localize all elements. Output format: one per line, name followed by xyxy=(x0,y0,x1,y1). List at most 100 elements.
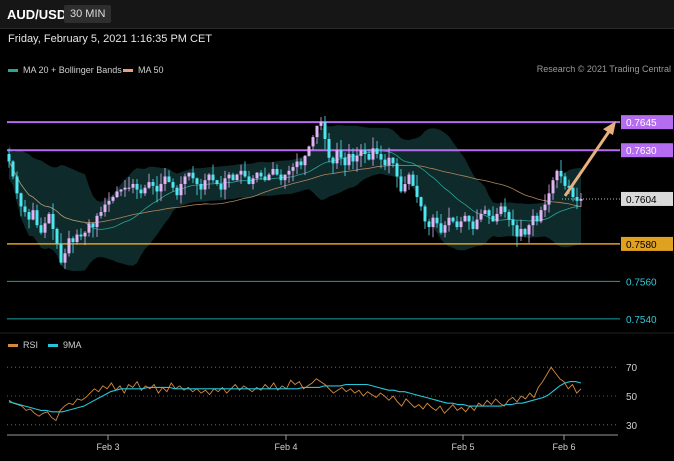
price-chart[interactable]: 0.7645 0.7630 0.7604 0.7580 0.7560 0.7540 70 5… xyxy=(0,0,674,461)
candle-body xyxy=(367,153,371,160)
candle-body xyxy=(131,183,135,188)
forecast-arrow-shaft xyxy=(563,126,614,197)
candle-body xyxy=(495,213,499,222)
time-tick-Feb-6: Feb 6 xyxy=(552,442,575,452)
candle-body xyxy=(575,197,579,201)
candle-body xyxy=(335,150,339,164)
candle-body xyxy=(51,213,55,229)
candle-body xyxy=(55,228,59,244)
bollinger-band xyxy=(9,125,581,272)
candle-body xyxy=(195,178,199,184)
candle-body xyxy=(67,238,71,254)
rsi-series-RSI xyxy=(8,366,582,422)
candle-body xyxy=(471,221,475,229)
candle-body xyxy=(371,148,375,160)
candle xyxy=(431,214,435,238)
candle-body xyxy=(259,172,263,177)
level-label-0.7630: 0.7630 xyxy=(626,146,657,157)
candle-body xyxy=(395,163,399,177)
candle-body xyxy=(151,182,155,186)
candle-body xyxy=(247,176,251,184)
candle-body xyxy=(175,187,179,196)
candle-body xyxy=(255,172,259,179)
candle-body xyxy=(571,187,575,198)
candle-body xyxy=(419,197,423,207)
candle-body xyxy=(507,212,511,220)
candle-body xyxy=(31,210,35,220)
candle-body xyxy=(111,197,115,201)
candle-body xyxy=(555,170,559,181)
candle-body xyxy=(71,238,75,243)
candle-body xyxy=(155,185,159,192)
candle-body xyxy=(391,157,395,164)
candle-body xyxy=(487,210,491,216)
forecast-arrow-head xyxy=(603,121,616,136)
candle-body xyxy=(127,187,131,189)
candle-body xyxy=(355,155,359,162)
candle-body xyxy=(287,170,291,175)
candle xyxy=(407,172,411,190)
candle-body xyxy=(315,125,319,138)
level-label-0.7580: 0.7580 xyxy=(626,240,657,251)
candle-body xyxy=(551,180,555,194)
candle-body xyxy=(323,122,327,139)
candle-body xyxy=(563,176,567,186)
candle-body xyxy=(179,183,183,196)
time-axis: Feb 3 Feb 4 Feb 5 Feb 6 xyxy=(7,434,618,452)
candle xyxy=(307,145,311,157)
candle-body xyxy=(463,215,467,222)
candle-body xyxy=(531,215,535,226)
candle-body xyxy=(243,170,247,177)
candle xyxy=(235,173,239,181)
candle-body xyxy=(319,122,323,126)
time-tick-Feb-3: Feb 3 xyxy=(96,442,119,452)
candle-body xyxy=(107,200,111,205)
candle-body xyxy=(183,176,187,184)
candle-body xyxy=(79,234,83,237)
candle-body xyxy=(303,155,307,166)
candle-body xyxy=(11,161,15,177)
candle-body xyxy=(435,217,439,224)
candle-body xyxy=(399,176,403,192)
level-label-0.7560: 0.7560 xyxy=(626,277,657,288)
candle-body xyxy=(427,221,431,228)
candle-body xyxy=(379,153,383,160)
candle-body xyxy=(403,183,407,192)
candle-body xyxy=(163,176,167,184)
candle-body xyxy=(527,225,531,235)
candle-body xyxy=(535,215,539,222)
candle-body xyxy=(479,213,483,220)
candle-body xyxy=(347,153,351,166)
candle-body xyxy=(547,193,551,205)
candle-body xyxy=(15,176,19,194)
candle-body xyxy=(307,146,311,156)
candle xyxy=(11,160,15,180)
candle-body xyxy=(43,223,47,233)
candle-body xyxy=(267,174,271,181)
candle-body xyxy=(407,174,411,184)
candle-body xyxy=(235,174,239,181)
candle-body xyxy=(23,206,27,213)
candle-body xyxy=(207,174,211,181)
candle-body xyxy=(383,159,387,166)
candle-body xyxy=(91,223,95,228)
candle-body xyxy=(539,210,543,222)
candle-body xyxy=(467,215,471,222)
candle xyxy=(527,223,531,243)
candle-body xyxy=(339,150,343,158)
candle-body xyxy=(351,153,355,162)
candle-body xyxy=(459,221,463,228)
candle-body xyxy=(311,137,315,147)
candle-body xyxy=(167,176,171,183)
time-tick-Feb-4: Feb 4 xyxy=(274,442,297,452)
candle-body xyxy=(263,176,267,181)
candle-body xyxy=(327,138,331,158)
candle-body xyxy=(295,161,299,168)
candle-body xyxy=(119,189,123,192)
candle xyxy=(319,117,323,131)
level-label-0.7645: 0.7645 xyxy=(626,118,657,129)
price-level-labels: 0.7645 0.7630 0.7604 0.7580 0.7560 0.7540 xyxy=(621,115,673,326)
candle-body xyxy=(443,225,447,233)
candle-body xyxy=(75,234,79,243)
candle-body xyxy=(431,217,435,228)
